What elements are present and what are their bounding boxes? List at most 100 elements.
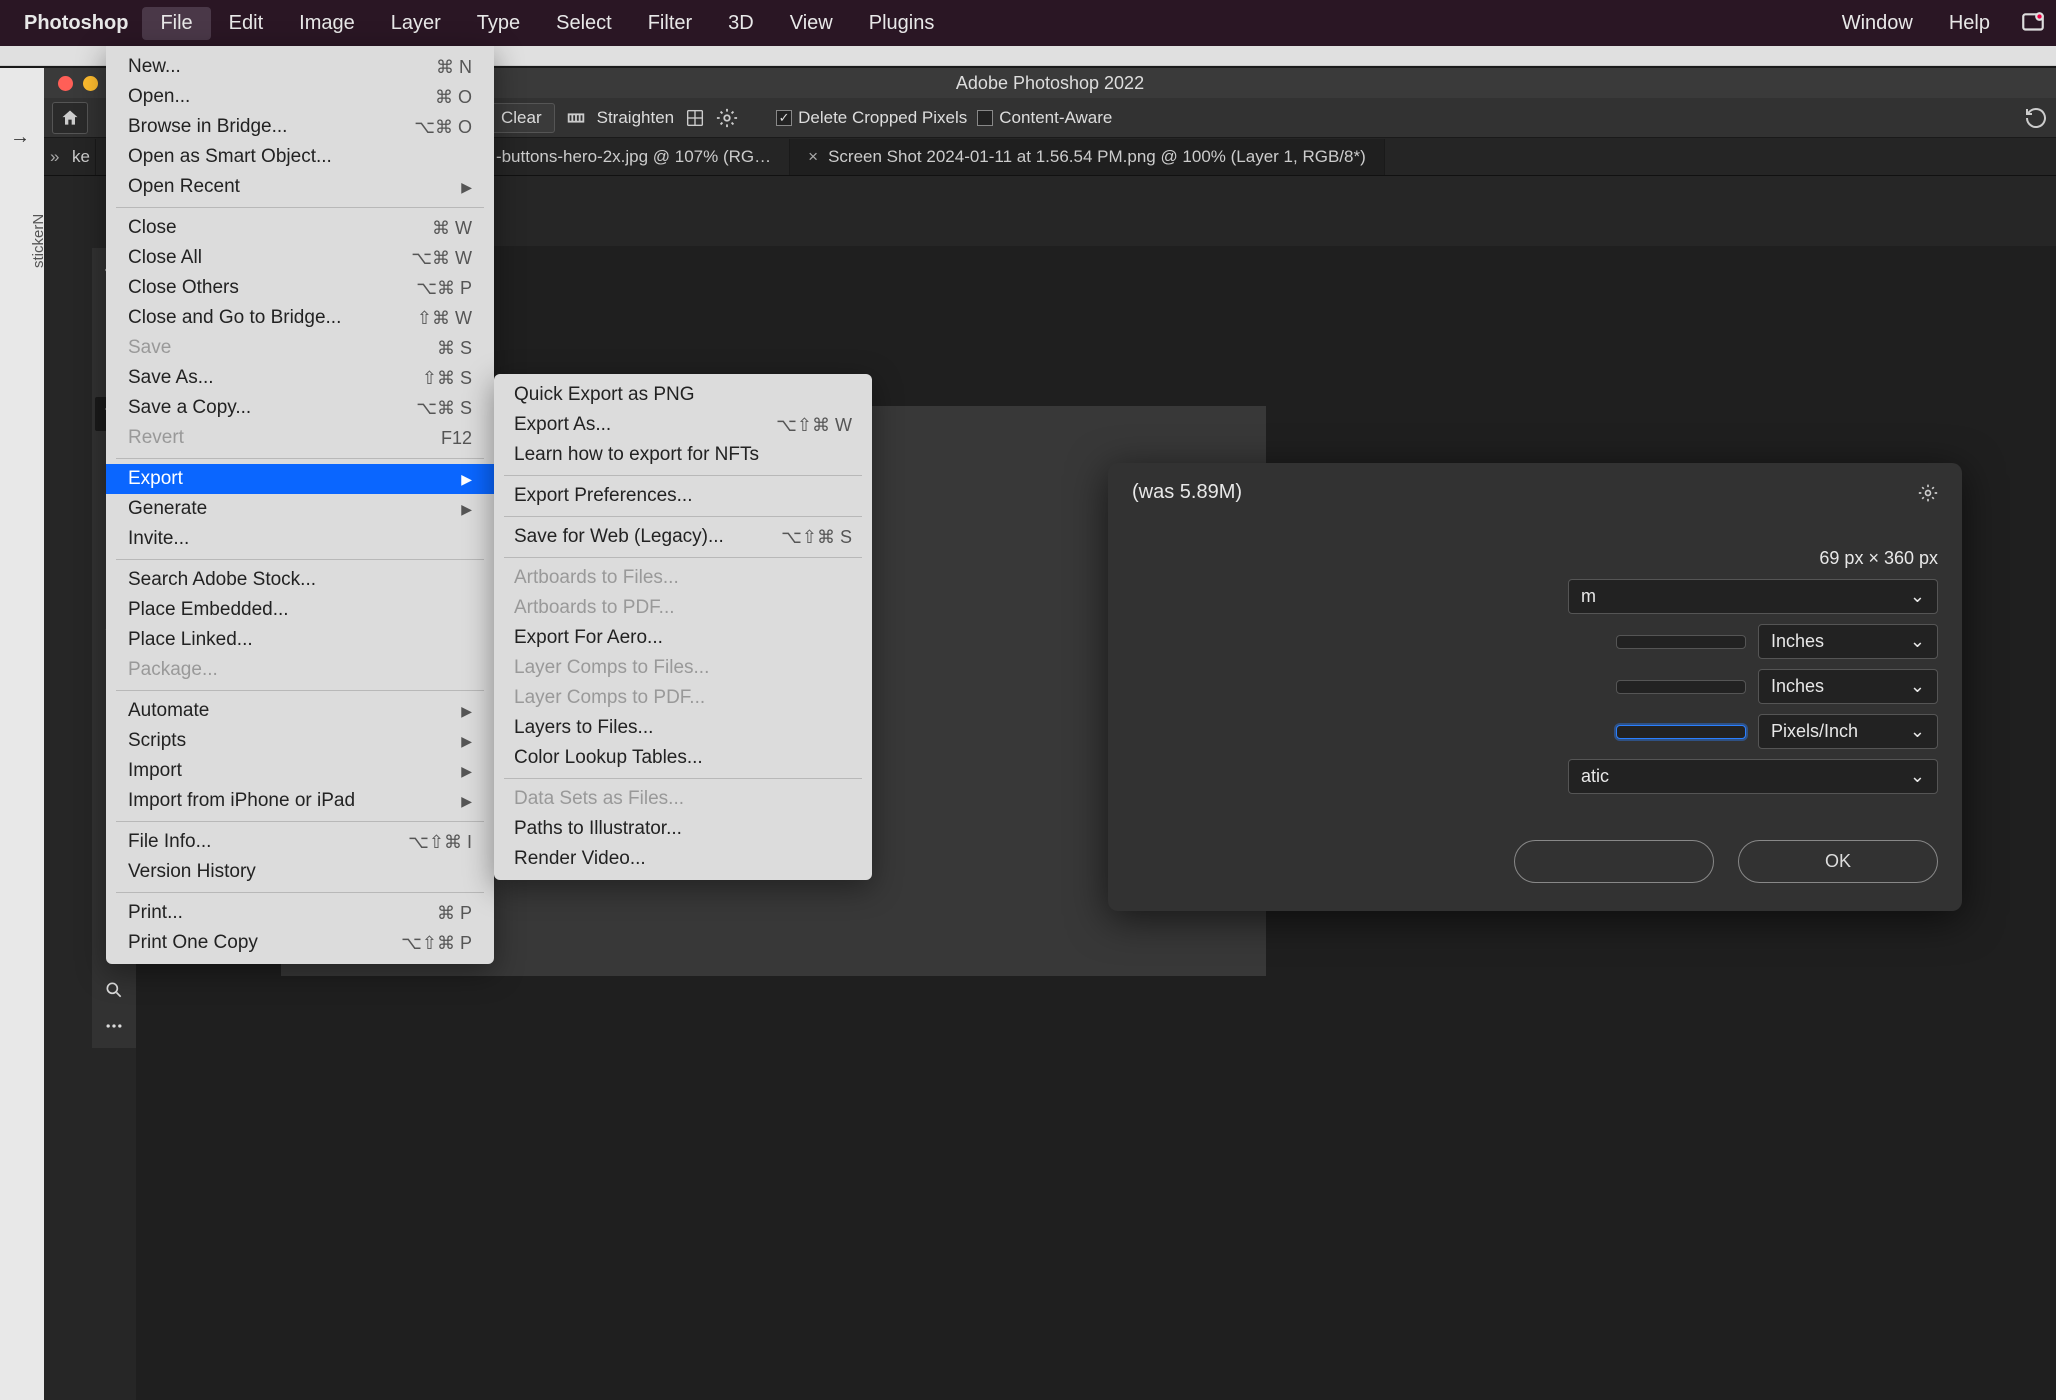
straighten-icon[interactable]	[565, 107, 587, 129]
menu-shortcut: ⌘ W	[432, 218, 472, 239]
submenu-item[interactable]: Color Lookup Tables...	[494, 743, 872, 773]
menu-item-label: Import from iPhone or iPad	[128, 790, 355, 812]
more-tools[interactable]	[95, 1009, 133, 1043]
menubar-select[interactable]: Select	[538, 7, 630, 40]
menubar-edit[interactable]: Edit	[211, 7, 281, 40]
submenu-item[interactable]: Quick Export as PNG	[494, 380, 872, 410]
menu-item[interactable]: Close All⌥⌘ W	[106, 243, 494, 273]
menubar-window[interactable]: Window	[1824, 7, 1931, 40]
menu-item-label: Close All	[128, 247, 202, 269]
close-window-button[interactable]	[58, 76, 73, 91]
width-unit-select[interactable]: Inches⌄	[1758, 624, 1938, 659]
menubar-app-name: Photoshop	[10, 7, 142, 40]
export-submenu: Quick Export as PNG Export As...⌥⇧⌘ WLear…	[494, 374, 872, 880]
document-tab[interactable]: × Screen Shot 2024-01-11 at 1.56.54 PM.p…	[790, 139, 1385, 175]
menubar: Photoshop File Edit Image Layer Type Sel…	[0, 0, 2056, 46]
menubar-help[interactable]: Help	[1931, 7, 2008, 40]
menu-item-label: Place Embedded...	[128, 599, 289, 621]
document-tab[interactable]: ke	[54, 139, 96, 175]
submenu-item[interactable]: Paths to Illustrator...	[494, 814, 872, 844]
menu-item: Package...	[106, 655, 494, 685]
menu-separator	[504, 516, 862, 517]
document-tab[interactable]: × -buttons-hero-2x.jpg @ 107% (RG…	[458, 139, 790, 175]
menu-item-label: Open Recent	[128, 176, 240, 198]
height-input[interactable]	[1616, 680, 1746, 694]
width-input[interactable]	[1616, 635, 1746, 649]
panel-toggle-icon[interactable]: »	[44, 147, 54, 167]
submenu-item[interactable]: Layers to Files...	[494, 713, 872, 743]
close-tab-icon[interactable]: ×	[808, 147, 818, 167]
menu-item[interactable]: Automate▶	[106, 696, 494, 726]
menu-item-label: Search Adobe Stock...	[128, 569, 316, 591]
menubar-type[interactable]: Type	[459, 7, 538, 40]
menubar-image[interactable]: Image	[281, 7, 373, 40]
menu-item[interactable]: Close and Go to Bridge...⇧⌘ W	[106, 303, 494, 333]
menu-item[interactable]: New...⌘ N	[106, 52, 494, 82]
submenu-item[interactable]: Export As...⌥⇧⌘ W	[494, 410, 872, 440]
menubar-plugins[interactable]: Plugins	[851, 7, 953, 40]
submenu-item[interactable]: Render Video...	[494, 844, 872, 874]
menu-item[interactable]: Import from iPhone or iPad▶	[106, 786, 494, 816]
submenu-arrow-icon: ▶	[461, 733, 472, 750]
menu-item[interactable]: Print...⌘ P	[106, 898, 494, 928]
chevron-down-icon: ⌄	[1910, 676, 1925, 697]
menu-item[interactable]: Browse in Bridge...⌥⌘ O	[106, 112, 494, 142]
dialog-gear-icon[interactable]	[1918, 483, 1938, 503]
menubar-filter[interactable]: Filter	[630, 7, 710, 40]
ok-button[interactable]: OK	[1738, 840, 1938, 883]
submenu-item[interactable]: Learn how to export for NFTs	[494, 440, 872, 470]
menu-item-label: Export As...	[514, 414, 611, 436]
fit-to-select[interactable]: m⌄	[1568, 579, 1938, 614]
menu-item[interactable]: Close⌘ W	[106, 213, 494, 243]
height-unit-select[interactable]: Inches⌄	[1758, 669, 1938, 704]
menu-item[interactable]: File Info...⌥⇧⌘ I	[106, 827, 494, 857]
menu-item-label: Export	[128, 468, 183, 490]
menu-item[interactable]: Save a Copy...⌥⌘ S	[106, 393, 494, 423]
submenu-item: Artboards to Files...	[494, 563, 872, 593]
grid-icon[interactable]	[684, 107, 706, 129]
menu-item[interactable]: Generate▶	[106, 494, 494, 524]
menu-item-label: Browse in Bridge...	[128, 116, 287, 138]
delete-cropped-checkbox[interactable]: Delete Cropped Pixels	[776, 108, 967, 128]
submenu-item[interactable]: Save for Web (Legacy)...⌥⇧⌘ S	[494, 522, 872, 552]
menubar-3d[interactable]: 3D	[710, 7, 772, 40]
submenu-arrow-icon: ▶	[461, 179, 472, 196]
menubar-view[interactable]: View	[772, 7, 851, 40]
home-button[interactable]	[52, 102, 88, 134]
submenu-item[interactable]: Export Preferences...	[494, 481, 872, 511]
menu-separator	[116, 821, 484, 822]
resample-select[interactable]: atic⌄	[1568, 759, 1938, 794]
gear-icon[interactable]	[716, 107, 738, 129]
menu-item-label: File Info...	[128, 831, 211, 853]
resolution-unit-select[interactable]: Pixels/Inch⌄	[1758, 714, 1938, 749]
screenshare-icon[interactable]	[2020, 10, 2046, 36]
menu-item[interactable]: Open Recent ▶	[106, 172, 494, 202]
menu-item[interactable]: Import▶	[106, 756, 494, 786]
zoom-tool[interactable]	[95, 973, 133, 1007]
resolution-input[interactable]	[1616, 725, 1746, 739]
submenu-item[interactable]: Export For Aero...	[494, 623, 872, 653]
menu-item[interactable]: Invite...	[106, 524, 494, 554]
menu-item[interactable]: Place Embedded...	[106, 595, 494, 625]
minimize-window-button[interactable]	[83, 76, 98, 91]
menu-item[interactable]: Search Adobe Stock...	[106, 565, 494, 595]
menu-shortcut: ⌥⌘ S	[416, 398, 472, 419]
image-size-dialog: (was 5.89M) 69 px × 360 px m⌄ Inches⌄ In…	[1108, 463, 1962, 911]
menu-item[interactable]: Export▶	[106, 464, 494, 494]
reset-icon[interactable]	[2024, 106, 2048, 130]
menu-item[interactable]: Open...⌘ O	[106, 82, 494, 112]
clear-button[interactable]: Clear	[488, 103, 555, 133]
menu-item[interactable]: Save As...⇧⌘ S	[106, 363, 494, 393]
menu-item[interactable]: Close Others⌥⌘ P	[106, 273, 494, 303]
menu-item[interactable]: Version History	[106, 857, 494, 887]
menubar-layer[interactable]: Layer	[373, 7, 459, 40]
menu-item-label: Quick Export as PNG	[514, 384, 695, 406]
menu-item[interactable]: Place Linked...	[106, 625, 494, 655]
content-aware-checkbox[interactable]: Content-Aware	[977, 108, 1112, 128]
menu-item[interactable]: Scripts▶	[106, 726, 494, 756]
menubar-file[interactable]: File	[142, 7, 210, 40]
cancel-button[interactable]	[1514, 840, 1714, 883]
menu-item[interactable]: Print One Copy⌥⇧⌘ P	[106, 928, 494, 958]
forward-arrow-icon[interactable]: →	[10, 126, 30, 149]
menu-item[interactable]: Open as Smart Object...	[106, 142, 494, 172]
